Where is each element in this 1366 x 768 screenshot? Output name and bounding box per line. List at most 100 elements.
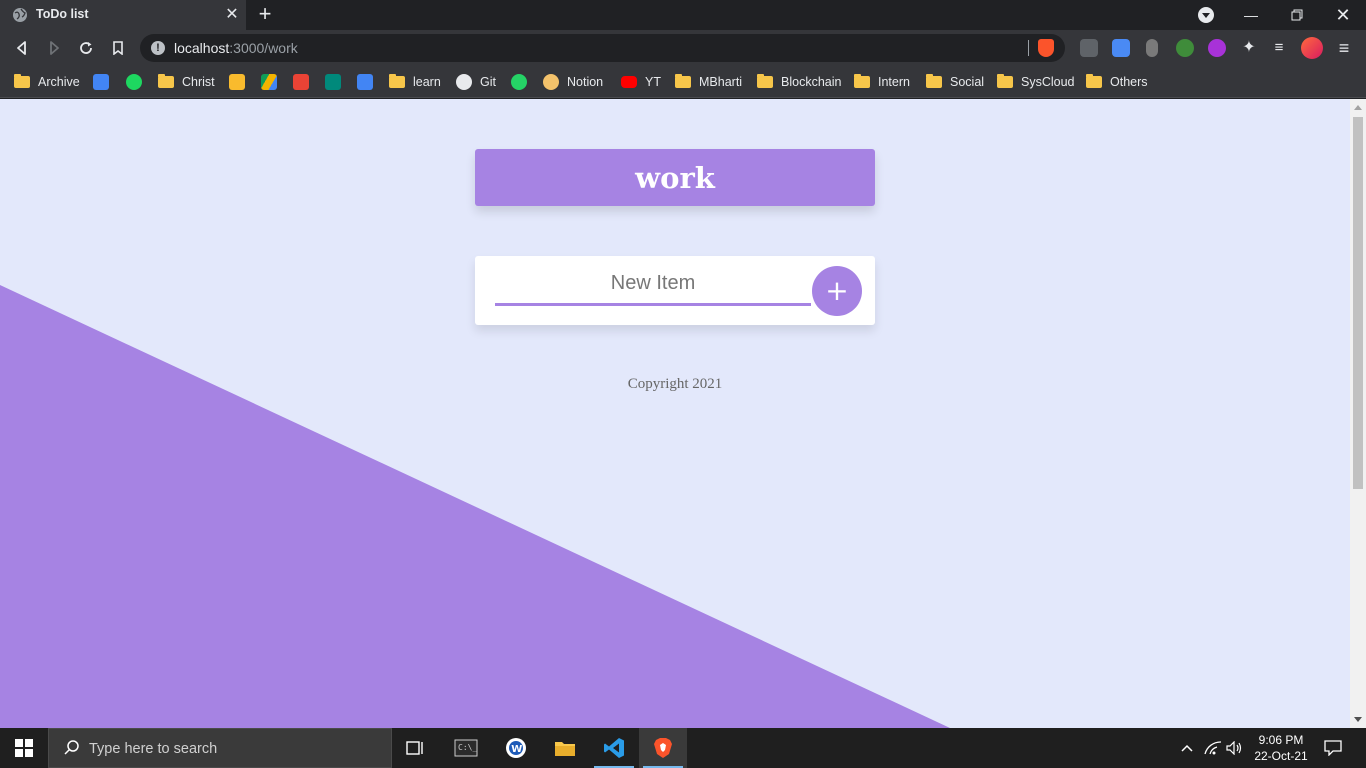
spotify-icon: [126, 74, 142, 90]
whatsapp-icon: [511, 74, 527, 90]
bookmark-folder[interactable]: learn: [389, 73, 441, 91]
url-text: localhost:3000/work: [174, 40, 298, 56]
extension-icon[interactable]: [1080, 39, 1098, 57]
bookmark-gmail[interactable]: [293, 73, 317, 91]
footer-copyright: Copyright 2021: [627, 376, 723, 392]
bookmark-google-classroom[interactable]: [229, 73, 253, 91]
svg-text:W: W: [511, 744, 522, 755]
url-path: :3000/work: [229, 40, 298, 56]
bookmark-google-calendar[interactable]: [357, 73, 381, 91]
windows-start-icon[interactable]: [0, 728, 48, 768]
google-forms-icon: [93, 74, 109, 90]
app-w-icon[interactable]: W: [492, 728, 540, 768]
page-scrollbar[interactable]: [1350, 99, 1366, 728]
reload-icon[interactable]: [74, 36, 98, 60]
bookmark-folder[interactable]: MBharti: [675, 73, 742, 91]
browser-toolbar: ! localhost:3000/work ✦ ≡ ≡: [0, 30, 1366, 66]
folder-icon: [1086, 74, 1102, 88]
extension-icon[interactable]: [1146, 39, 1158, 57]
tree-extension-icon[interactable]: [1176, 39, 1194, 57]
puzzle-icon[interactable]: ✦: [1240, 39, 1258, 57]
list-title-box: work: [475, 149, 875, 206]
bookmark-folder[interactable]: Archive: [14, 73, 80, 91]
clock-date: 22-Oct-21: [1254, 749, 1308, 763]
brave-browser-icon[interactable]: [639, 728, 687, 768]
minimize-icon[interactable]: —: [1228, 0, 1274, 30]
bookmark-folder[interactable]: Intern: [854, 73, 910, 91]
folder-icon: [997, 74, 1013, 88]
restore-icon[interactable]: [1274, 0, 1320, 30]
close-window-icon[interactable]: ✕: [1320, 0, 1366, 30]
google-calendar-icon: [357, 74, 373, 90]
google-meet-icon: [325, 74, 341, 90]
tab-strip: ToDo list ✕ + — ✕: [0, 0, 1366, 30]
address-bar[interactable]: ! localhost:3000/work: [140, 34, 1065, 62]
folder-icon: [14, 74, 30, 88]
terminal-icon[interactable]: C:\_: [442, 728, 490, 768]
vscode-icon[interactable]: [590, 728, 638, 768]
gmail-icon: [293, 74, 309, 90]
bookmark-github[interactable]: Git: [456, 73, 496, 91]
folder-icon: [389, 74, 405, 88]
google-translate-icon[interactable]: [1112, 39, 1130, 57]
back-icon[interactable]: [10, 36, 34, 60]
bookmark-google-drive[interactable]: [261, 73, 285, 91]
avatar[interactable]: [1301, 37, 1323, 59]
globe-icon: [13, 8, 27, 22]
menu-icon[interactable]: ≡: [1336, 38, 1352, 58]
task-view-icon[interactable]: [392, 728, 440, 768]
wifi-icon[interactable]: [1204, 728, 1222, 768]
forward-icon[interactable]: [42, 36, 66, 60]
notifications-icon[interactable]: [1324, 728, 1342, 768]
youtube-icon: [621, 76, 637, 88]
folder-icon: [158, 74, 174, 88]
windows-taskbar: Type here to search C:\_ W 9:06 PM 22-Oc…: [0, 728, 1366, 768]
page-title: work: [635, 160, 715, 195]
bookmark-folder[interactable]: Others: [1086, 73, 1148, 91]
folder-icon: [854, 74, 870, 88]
bookmark-whatsapp[interactable]: [511, 73, 535, 91]
extension-icon[interactable]: [1208, 39, 1226, 57]
taskbar-clock[interactable]: 9:06 PM 22-Oct-21: [1246, 732, 1316, 764]
tab-title: ToDo list: [36, 7, 89, 21]
scroll-up-icon[interactable]: [1354, 105, 1362, 110]
tab-search-icon[interactable]: [1198, 7, 1214, 23]
bookmark-youtube[interactable]: YT: [621, 73, 661, 91]
taskbar-search-box[interactable]: Type here to search: [48, 728, 392, 768]
omnibox-divider: [1028, 40, 1029, 56]
folder-icon: [675, 74, 691, 88]
bookmark-folder[interactable]: Blockchain: [757, 73, 841, 91]
new-item-form: +: [475, 256, 875, 325]
notion-icon: [543, 74, 559, 90]
url-host: localhost: [174, 40, 230, 56]
folder-icon: [926, 74, 942, 88]
bookmark-folder[interactable]: Social: [926, 73, 984, 91]
file-explorer-icon[interactable]: [541, 728, 589, 768]
folder-icon: [757, 74, 773, 88]
bookmark-folder[interactable]: Christ: [158, 73, 215, 91]
new-item-input[interactable]: [495, 270, 811, 306]
site-info-icon[interactable]: !: [151, 41, 165, 55]
bookmark-notion[interactable]: Notion: [543, 73, 603, 91]
bookmark-google-forms[interactable]: [93, 73, 117, 91]
bookmark-folder[interactable]: SysCloud: [997, 73, 1075, 91]
github-icon: [456, 74, 472, 90]
volume-icon[interactable]: [1226, 728, 1244, 768]
bookmark-spotify[interactable]: [126, 73, 150, 91]
tab-close-icon[interactable]: ✕: [224, 7, 240, 23]
new-tab-icon[interactable]: +: [254, 3, 276, 26]
brave-shields-icon[interactable]: [1038, 39, 1054, 57]
scroll-thumb[interactable]: [1353, 117, 1363, 489]
google-classroom-icon: [229, 74, 245, 90]
media-control-icon[interactable]: ≡: [1270, 39, 1288, 57]
add-item-button[interactable]: +: [812, 266, 862, 316]
clock-time: 9:06 PM: [1258, 733, 1304, 747]
svg-text:C:\_: C:\_: [458, 743, 477, 752]
scroll-down-icon[interactable]: [1354, 717, 1362, 722]
browser-tab[interactable]: ToDo list ✕: [0, 0, 246, 30]
tray-chevron-up-icon[interactable]: [1180, 728, 1194, 768]
google-drive-icon: [261, 74, 277, 90]
bookmark-google-meet[interactable]: [325, 73, 349, 91]
search-icon: [64, 740, 79, 755]
bookmark-icon[interactable]: [106, 36, 130, 60]
